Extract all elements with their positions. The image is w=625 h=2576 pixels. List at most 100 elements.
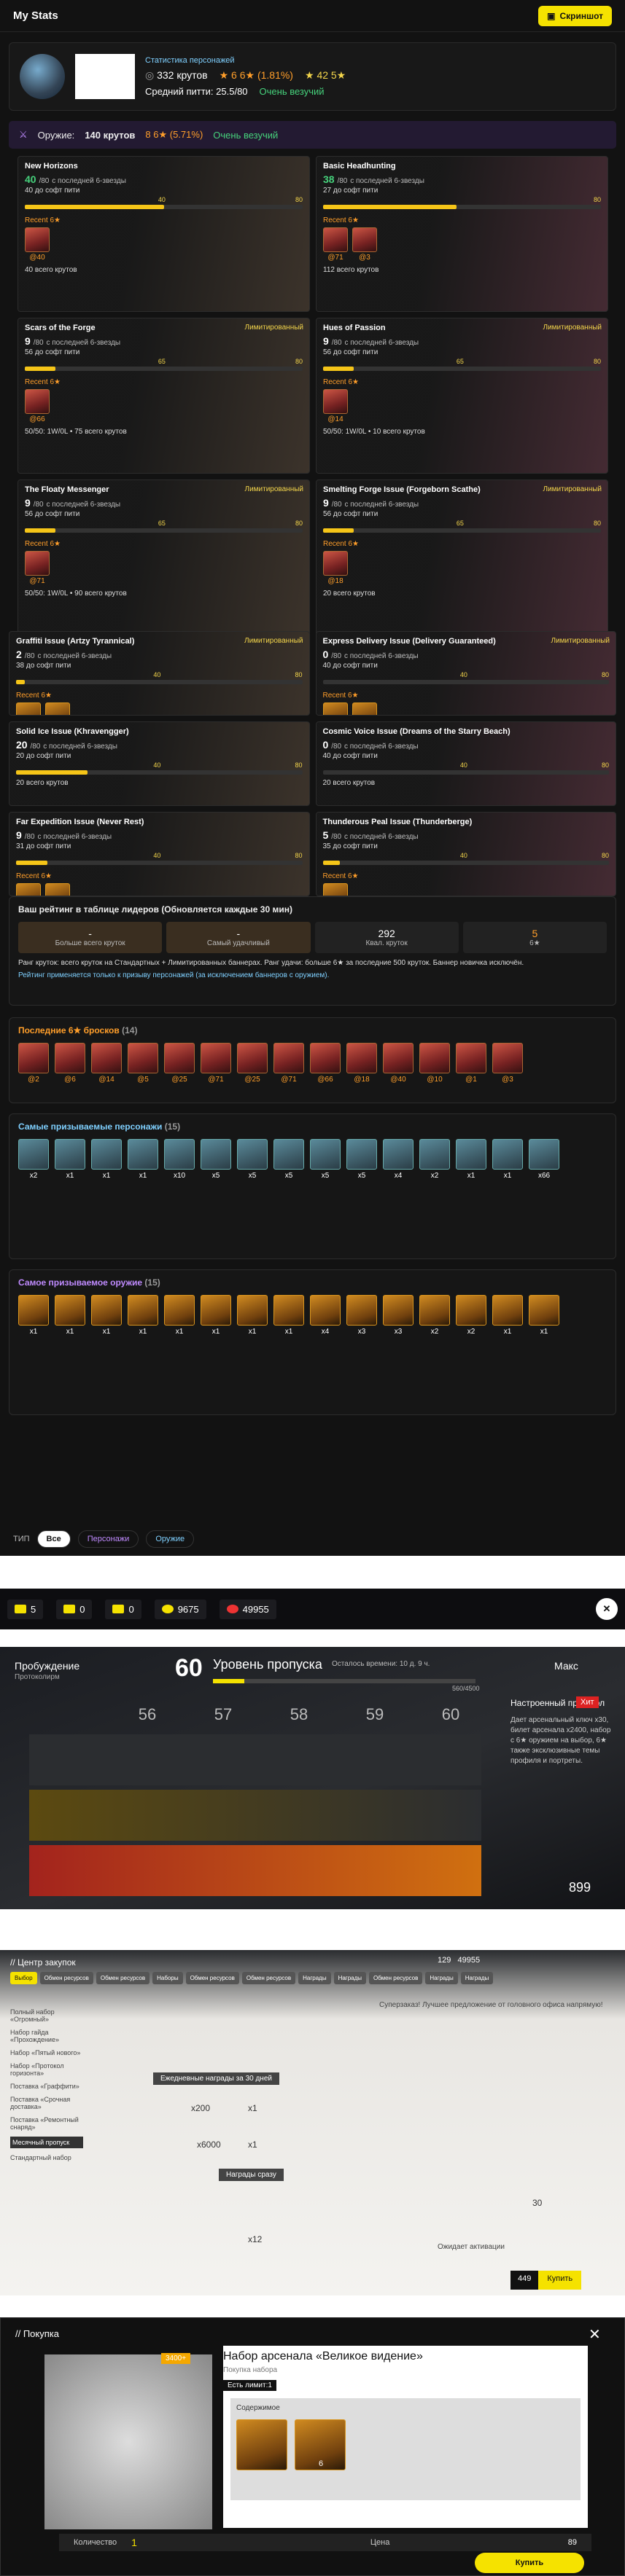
- recent-label: Recent 6★: [16, 692, 52, 700]
- shop-tab[interactable]: Обмен ресурсов: [369, 1972, 423, 1984]
- most-weapons-title: Самое призываемое оружие (15): [18, 1277, 160, 1288]
- buy-button[interactable]: Купить: [475, 2553, 584, 2573]
- shop-tab[interactable]: Обмен ресурсов: [96, 1972, 150, 1984]
- strip-item: x5: [346, 1139, 377, 1180]
- pity-count: 40 /80 с последней 6-звезды: [25, 173, 126, 185]
- recent-label: Recent 6★: [323, 378, 359, 386]
- shop-side-item[interactable]: Полный набор «Огромный»: [10, 2008, 83, 2023]
- shop-tab[interactable]: Обмен ресурсов: [241, 1972, 296, 1984]
- luck-label: Очень везучий: [259, 86, 325, 97]
- character-banners: New Horizons 40 /80 с последней 6-звезды…: [18, 156, 608, 635]
- strip-item: @2: [18, 1043, 49, 1084]
- recent-icon: [322, 702, 348, 715]
- recent-icon: [45, 883, 70, 896]
- shop-side-item[interactable]: Набор «Протокол горизонта»: [10, 2062, 83, 2077]
- pass-progress: [213, 1679, 475, 1683]
- strip-item: x1: [456, 1139, 486, 1180]
- banner-card: Cosmic Voice Issue (Dreams of the Starry…: [315, 721, 616, 806]
- qty-value[interactable]: 1: [131, 2537, 137, 2548]
- pass-subtitle: Протоколирм: [15, 1673, 60, 1681]
- pity-count: 9 /80 с последней 6-звезды: [16, 829, 112, 841]
- recent-icon: [323, 227, 348, 252]
- pity-count: 9 /80 с последней 6-звезды: [323, 335, 419, 347]
- shop-tab[interactable]: Выбор: [10, 1972, 37, 1984]
- shop-side-item[interactable]: Стандартный набор: [10, 2154, 83, 2161]
- hit-badge: Хит: [576, 1696, 599, 1708]
- banner-card: The Floaty Messenger Лимитированный 9 /8…: [18, 479, 310, 635]
- strip-item: @25: [164, 1043, 195, 1084]
- close-icon[interactable]: ✕: [589, 2325, 601, 2344]
- pity-count: 9 /80 с последней 6-звезды: [25, 335, 121, 347]
- shop-tab[interactable]: Награды: [460, 1972, 494, 1984]
- shop-tab[interactable]: Обмен ресурсов: [185, 1972, 239, 1984]
- banner-card: Scars of the Forge Лимитированный 9 /80 …: [18, 318, 310, 474]
- close-icon[interactable]: ✕: [596, 1598, 618, 1620]
- recent-label: Recent 6★: [25, 378, 61, 386]
- leaderboard-cell: - Больше всего круток: [18, 922, 163, 953]
- screenshot-button[interactable]: ▣ Скриншот: [538, 5, 612, 26]
- shop-side-item[interactable]: Набор «Пятый нового»: [10, 2049, 83, 2056]
- total-pulls: ◎ 332 крутов: [145, 69, 208, 81]
- shop-side-item[interactable]: Месячный пропуск: [10, 2137, 83, 2148]
- recent-icon: [16, 702, 41, 715]
- leaderboard-cell: 5 6★: [462, 922, 607, 953]
- filter-chars[interactable]: Персонажи: [77, 1530, 139, 1548]
- pity-count: 9 /80 с последней 6-звезды: [25, 497, 121, 509]
- purchase-dialog: // Покупка ✕ 3400+ Набор арсенала «Велик…: [0, 2317, 625, 2576]
- pity-bar: 40 80: [322, 671, 609, 684]
- pass-max: Макс: [554, 1660, 578, 1672]
- strip-item: x2: [419, 1295, 450, 1336]
- strip-item: x1: [91, 1139, 122, 1180]
- dice-icon: ◎: [145, 69, 155, 81]
- recent-icon: [323, 389, 348, 414]
- strip-item: x5: [273, 1139, 304, 1180]
- shop-side-item[interactable]: Поставка «Граффити»: [10, 2083, 83, 2090]
- limited-badge: Лимитированный: [543, 324, 602, 332]
- shop-tab[interactable]: Награды: [298, 1972, 331, 1984]
- leaderboard-note-2: Рейтинг применяется только к призыву пер…: [18, 971, 330, 979]
- leaderboard-title: Ваш рейтинг в таблице лидеров (Обновляет…: [18, 904, 292, 915]
- pass-price[interactable]: 899: [569, 1880, 591, 1895]
- pity-bar: 80: [323, 196, 601, 209]
- leaderboard-note: Ранг круток: всего круток на Стандартных…: [18, 959, 524, 967]
- most-weapons-panel: Самое призываемое оружие (15) x1 x1 x1 x1 x1…: [9, 1269, 616, 1415]
- recent-icon: [25, 389, 50, 414]
- protocol-desc: Дает арсенальный ключ x30, билет арсенал…: [511, 1716, 611, 1765]
- soft-pity: 40 до софт пити: [25, 187, 80, 195]
- recent-icon: [352, 227, 377, 252]
- leaderboard-panel: Ваш рейтинг в таблице лидеров (Обновляет…: [9, 896, 616, 1006]
- shop-tab[interactable]: Награды: [333, 1972, 367, 1984]
- shop-super: Суперзаказ! Лучшее предложение от головн…: [379, 2001, 603, 2009]
- pity-count: 20 /80 с последней 6-звезды: [16, 739, 117, 751]
- filter-all[interactable]: Все: [36, 1530, 71, 1548]
- pity-bar: 65 80: [25, 358, 303, 371]
- most-chars-title: Самые призываемые персонажи (15): [18, 1121, 181, 1132]
- shop-buy[interactable]: 449 Купить: [511, 2271, 582, 2290]
- filter-weapons[interactable]: Оружие: [146, 1530, 195, 1548]
- soft-pity: 20 до софт пити: [16, 752, 71, 760]
- shop-tab[interactable]: Награды: [425, 1972, 458, 1984]
- shop-side-item[interactable]: Поставка «Срочная доставка»: [10, 2096, 83, 2110]
- shop-tab[interactable]: Наборы: [152, 1972, 183, 1984]
- daily-label: Ежедневные награды за 30 дней: [153, 2072, 279, 2085]
- banner-card: Basic Headhunting 38 /80 с последней 6-з…: [316, 156, 608, 312]
- shop-tab[interactable]: Обмен ресурсов: [39, 1972, 93, 1984]
- resource-5: 49955: [219, 1599, 276, 1619]
- pass-level-num: 56: [138, 1705, 157, 1723]
- strip-item: x5: [201, 1139, 231, 1180]
- pity-bar: 40 80: [16, 852, 303, 865]
- item-weapon: [236, 2419, 287, 2470]
- recent-icon: [322, 883, 348, 896]
- last-six-panel: Последние 6★ бросков (14) @2 @6 @14 @5 @25 @7…: [9, 1017, 616, 1103]
- bundle-name: Набор арсенала «Великое видение»: [223, 2350, 423, 2362]
- shop-side-item[interactable]: Поставка «Ремонтный снаряд»: [10, 2116, 83, 2131]
- recent-label: Recent 6★: [323, 540, 359, 548]
- pass-title: Пробуждение: [15, 1660, 80, 1672]
- banner-footer: 20 всего крутов: [322, 779, 376, 787]
- banner-card: New Horizons 40 /80 с последней 6-звезды…: [18, 156, 310, 312]
- bundle-image: [44, 2354, 212, 2529]
- limited-badge: Лимитированный: [543, 485, 602, 493]
- resource-3: 0: [105, 1599, 141, 1619]
- shop-side-item[interactable]: Набор гайда «Прохождение»: [10, 2029, 83, 2043]
- recent-icon: [323, 551, 348, 576]
